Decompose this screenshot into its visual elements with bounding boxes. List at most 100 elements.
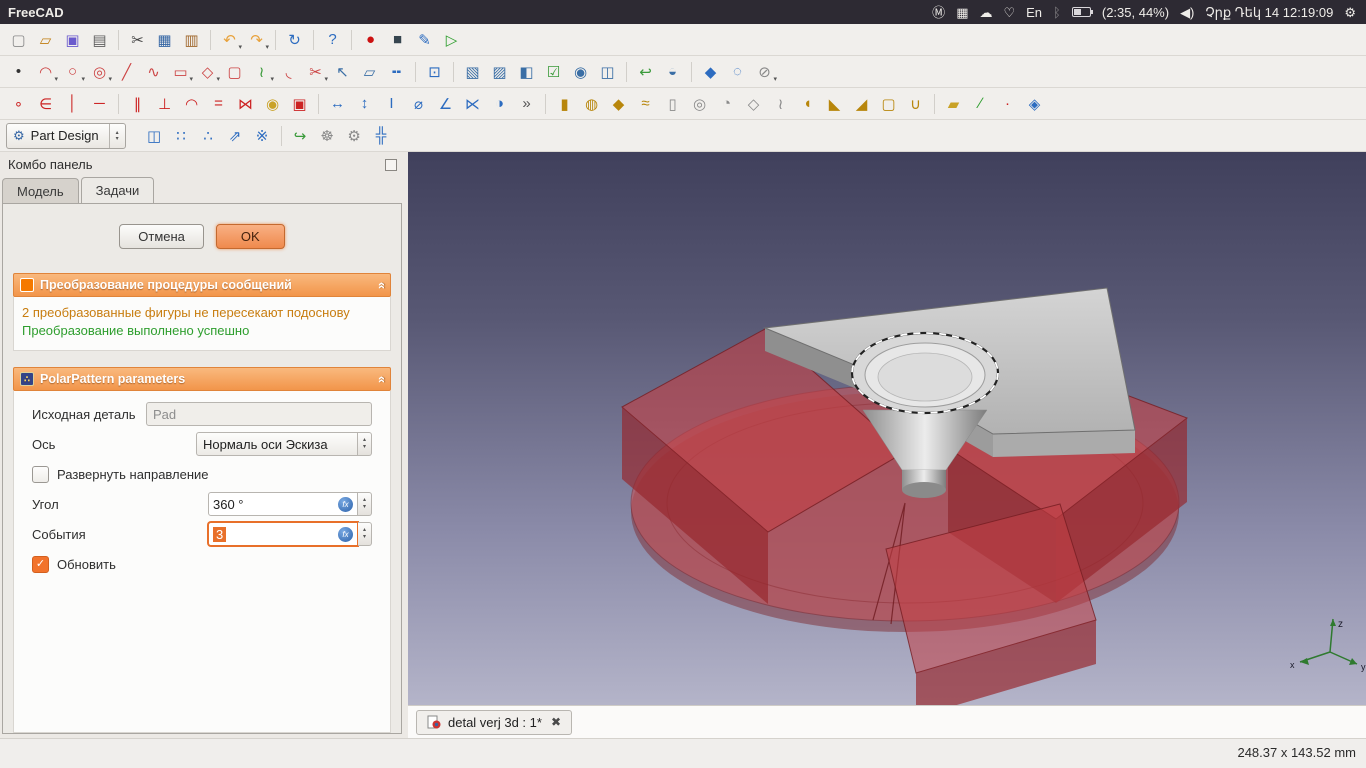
axis-select[interactable]: Нормаль оси Эскиза: [196, 432, 358, 456]
additive-pipe-icon[interactable]: ≈: [633, 91, 658, 116]
sprocket-icon[interactable]: ☸: [315, 123, 340, 148]
constraint-equal-icon[interactable]: =: [206, 91, 231, 116]
clock-text[interactable]: Չրք Դեկ 14 12:19:09: [1205, 6, 1333, 19]
hole-icon[interactable]: ◎: [687, 91, 712, 116]
map-sketch-icon[interactable]: ▨: [487, 59, 512, 84]
macro-edit-icon[interactable]: ✎: [412, 27, 437, 52]
document-tab[interactable]: detal verj 3d : 1* ✖: [416, 710, 572, 735]
bluetooth-icon[interactable]: ᛒ: [1053, 6, 1061, 19]
constraint-snell-icon[interactable]: ⋉: [460, 91, 485, 116]
chamfer-icon[interactable]: ◣: [822, 91, 847, 116]
axis-stepper[interactable]: ▴▾: [358, 432, 372, 456]
constraint-perpendicular-icon[interactable]: ⊥: [152, 91, 177, 116]
copy-icon[interactable]: ▦: [152, 27, 177, 52]
stop-operation-icon[interactable]: ⊘▾: [752, 59, 777, 84]
workbench-dropdown-arrows[interactable]: ▴▾: [109, 124, 125, 148]
thickness-icon[interactable]: ▢: [876, 91, 901, 116]
mirrored-icon[interactable]: ◫: [142, 123, 167, 148]
refresh-icon[interactable]: ↻: [282, 27, 307, 52]
3d-viewport[interactable]: z x y: [408, 152, 1366, 705]
constraint-point-on-object-icon[interactable]: ∈: [33, 91, 58, 116]
constraint-symmetric-icon[interactable]: ⋈: [233, 91, 258, 116]
pocket-icon[interactable]: ▯: [660, 91, 685, 116]
migrate-sketch-icon[interactable]: ↪: [288, 123, 313, 148]
redo-icon[interactable]: ↷▾: [244, 27, 269, 52]
fillet-icon[interactable]: ◖: [795, 91, 820, 116]
panel-tab[interactable]: Задачи: [81, 177, 155, 204]
keyboard-layout-indicator[interactable]: En: [1026, 6, 1042, 19]
macro-record-icon[interactable]: ●: [358, 27, 383, 52]
leave-sketch-icon[interactable]: ↩: [633, 59, 658, 84]
multitransform-icon[interactable]: ※: [250, 123, 275, 148]
expression-fx-icon[interactable]: fx: [338, 497, 353, 512]
create-fillet-icon[interactable]: ◟: [276, 59, 301, 84]
measure-icon[interactable]: ╬: [369, 123, 394, 148]
panel-tab[interactable]: Модель: [2, 178, 79, 203]
view-sketch-icon[interactable]: ▧: [460, 59, 485, 84]
macro-stop-icon[interactable]: ■: [385, 27, 410, 52]
occurrences-stepper[interactable]: ▴▾: [358, 522, 372, 546]
undo-icon[interactable]: ↶▾: [217, 27, 242, 52]
create-bspline-icon[interactable]: ≀▾: [249, 59, 274, 84]
close-icon[interactable]: ✖: [551, 715, 561, 729]
create-circle-icon[interactable]: ○▾: [60, 59, 85, 84]
update-checkbox[interactable]: ✓: [32, 556, 49, 573]
cloud-sync-icon[interactable]: ☁: [979, 6, 992, 19]
toggle-construction-icon[interactable]: ╍: [384, 59, 409, 84]
create-slot-icon[interactable]: ▢: [222, 59, 247, 84]
battery-icon[interactable]: [1072, 7, 1091, 17]
revolution-icon[interactable]: ◍: [579, 91, 604, 116]
view-section-icon[interactable]: ◒: [660, 59, 685, 84]
notifications-icon[interactable]: ♡: [1003, 6, 1015, 19]
constraint-distance-icon[interactable]: Ι: [379, 91, 404, 116]
involute-gear-icon[interactable]: ⚙: [342, 123, 367, 148]
whatsthis-icon[interactable]: ?: [320, 27, 345, 52]
create-arc-icon[interactable]: ◠▾: [33, 59, 58, 84]
new-file-icon[interactable]: ▢: [6, 27, 31, 52]
fit-selection-icon[interactable]: ⊡: [422, 59, 447, 84]
expression-fx-icon[interactable]: fx: [338, 527, 353, 542]
constraint-vertical-icon[interactable]: │: [60, 91, 85, 116]
create-conic-icon[interactable]: ◎▾: [87, 59, 112, 84]
toolbar-overflow-icon[interactable]: »: [514, 91, 539, 116]
ok-button[interactable]: OK: [216, 224, 285, 249]
occurrences-field[interactable]: 3 fx: [208, 522, 358, 546]
constraint-tangent-icon[interactable]: ◠: [179, 91, 204, 116]
validate-sketch-icon[interactable]: ☑: [541, 59, 566, 84]
original-feature-field[interactable]: [146, 402, 372, 426]
datum-plane-icon[interactable]: ▰: [941, 91, 966, 116]
paste-icon[interactable]: ▥: [179, 27, 204, 52]
workbench-selector[interactable]: ⚙ Part Design ▴▾: [6, 123, 126, 149]
constraint-coincident-icon[interactable]: ∘: [6, 91, 31, 116]
carbon-copy-icon[interactable]: ▱: [357, 59, 382, 84]
linear-pattern-icon[interactable]: ∷: [169, 123, 194, 148]
open-file-icon[interactable]: ▱: [33, 27, 58, 52]
panel-float-icon[interactable]: [385, 159, 397, 171]
save-icon[interactable]: ▣: [60, 27, 85, 52]
messaging-m-icon[interactable]: Ⓜ: [932, 6, 945, 19]
toggle-driving-constraint-icon[interactable]: ◑: [487, 91, 512, 116]
scaled-icon[interactable]: ⇗: [223, 123, 248, 148]
datum-line-icon[interactable]: ∕: [968, 91, 993, 116]
reorient-sketch-icon[interactable]: ◧: [514, 59, 539, 84]
shape-binder-icon[interactable]: ◈: [1022, 91, 1047, 116]
groove-icon[interactable]: ◔: [714, 91, 739, 116]
volume-icon[interactable]: ◀): [1180, 6, 1194, 19]
constraint-parallel-icon[interactable]: ∥: [125, 91, 150, 116]
zoom-icon[interactable]: ◌: [725, 59, 750, 84]
subtractive-pipe-icon[interactable]: ≀: [768, 91, 793, 116]
trim-edge-icon[interactable]: ✂▾: [303, 59, 328, 84]
constraint-block-icon[interactable]: ▣: [287, 91, 312, 116]
print-icon[interactable]: ▤: [87, 27, 112, 52]
constraint-radius-icon[interactable]: ⌀: [406, 91, 431, 116]
constraint-horizontal-icon[interactable]: ─: [87, 91, 112, 116]
draft-icon[interactable]: ◢: [849, 91, 874, 116]
pad-icon[interactable]: ▮: [552, 91, 577, 116]
additive-loft-icon[interactable]: ◆: [606, 91, 631, 116]
constraint-vertical-distance-icon[interactable]: ↕: [352, 91, 377, 116]
battery-status-text[interactable]: (2:35, 44%): [1102, 6, 1169, 19]
workspace-grid-icon[interactable]: ▦: [956, 6, 968, 19]
macro-play-icon[interactable]: ▷: [439, 27, 464, 52]
merge-sketches-icon[interactable]: ◉: [568, 59, 593, 84]
session-gear-icon[interactable]: ⚙: [1344, 6, 1356, 19]
